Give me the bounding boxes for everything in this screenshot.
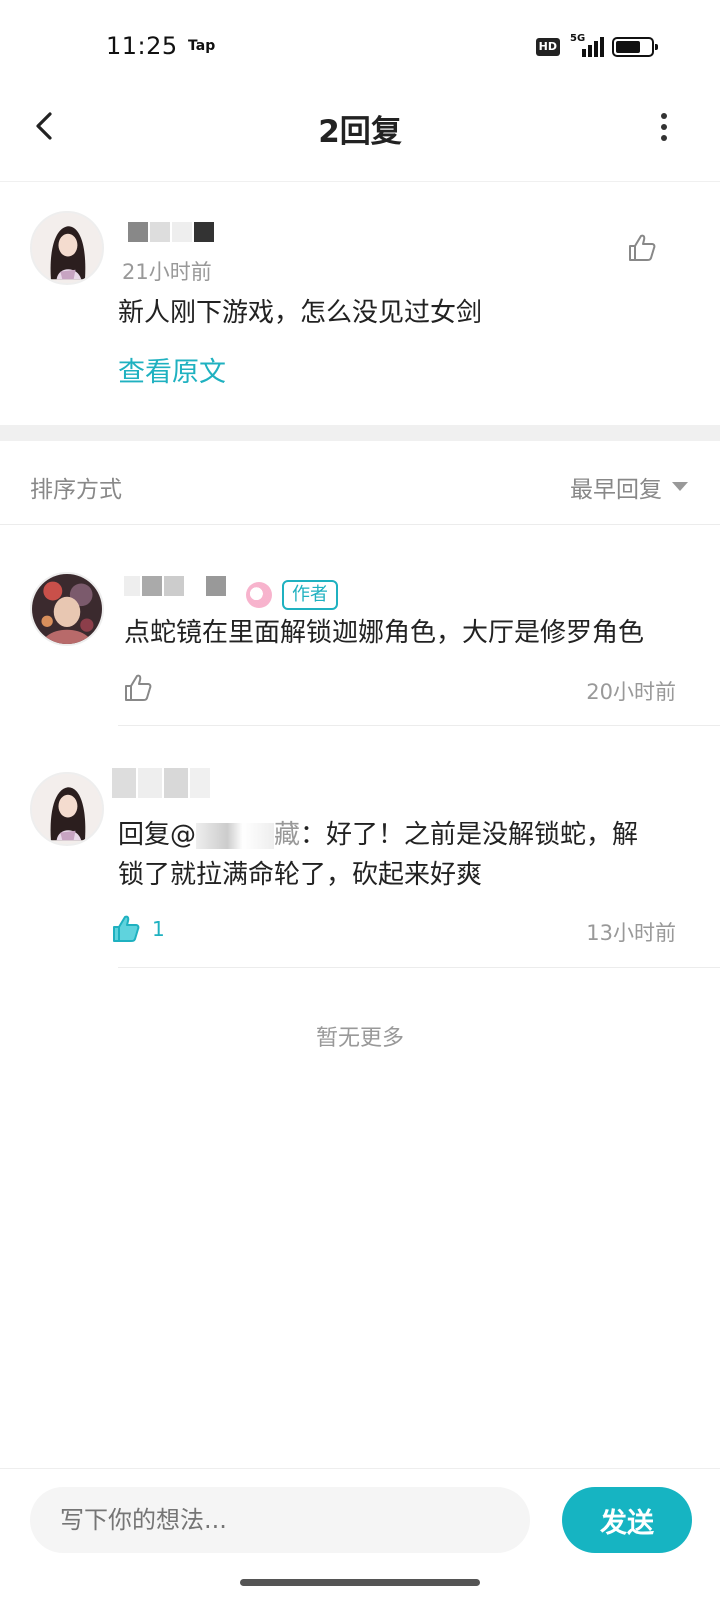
post-time: 21小时前	[122, 260, 212, 284]
status-icons: HD 5G	[535, 33, 658, 60]
avatar[interactable]	[30, 772, 104, 846]
section-divider	[0, 425, 720, 441]
top-app-bar: 2回复	[0, 92, 720, 182]
status-time: 11:25	[106, 32, 178, 60]
thumbs-up-icon[interactable]	[122, 672, 154, 704]
reply-time: 13小时前	[586, 921, 676, 945]
more-options-icon[interactable]	[658, 112, 670, 142]
like-count: 1	[152, 917, 165, 941]
reply-text: 点蛇镜在里面解锁迦娜角色，大厅是修罗角色	[124, 618, 645, 648]
divider	[0, 524, 720, 525]
reply-target-blurred[interactable]	[196, 822, 275, 849]
reply-text: 回复@ 藏：好了！之前是没解锁蛇，解 锁了就拉满命轮了，砍起来好爽	[118, 815, 688, 895]
reply-text-line2: 锁了就拉满命轮了，砍起来好爽	[118, 860, 483, 890]
send-button[interactable]: 发送	[562, 1487, 692, 1553]
battery-icon	[612, 37, 658, 57]
girl-portrait-avatar-image	[32, 774, 102, 844]
reply-target-suffix: 藏	[274, 820, 301, 850]
post-text: 新人刚下游戏，怎么没见过女剑	[118, 298, 483, 328]
page-title: 2回复	[318, 114, 402, 150]
girl-portrait-avatar-image	[32, 213, 102, 283]
no-more-label: 暂无更多	[315, 1026, 404, 1051]
username-blurred	[128, 222, 214, 242]
network-label: 5G	[570, 33, 586, 44]
divider	[118, 967, 720, 968]
signal-icon: 5G	[570, 33, 604, 59]
avatar[interactable]	[30, 572, 104, 646]
caret-down-icon[interactable]	[672, 482, 688, 491]
username-blurred	[124, 576, 226, 596]
character-art-avatar-image	[32, 574, 102, 644]
author-tag: 作者	[282, 580, 338, 610]
username-blurred	[112, 768, 210, 798]
thumbs-up-filled-icon[interactable]	[110, 913, 142, 945]
sort-label: 排序方式	[30, 477, 122, 503]
hd-icon: HD	[535, 38, 560, 56]
status-bar: 11:25 Tap HD 5G	[0, 0, 720, 92]
reply-text-line1: ：好了！之前是没解锁蛇，解	[300, 820, 639, 850]
home-indicator[interactable]	[240, 1579, 480, 1586]
thumbs-up-icon[interactable]	[626, 232, 658, 264]
reply-prefix: 回复@	[118, 820, 197, 850]
badge-icon	[246, 582, 272, 608]
comment-input[interactable]	[30, 1487, 530, 1553]
divider	[118, 725, 720, 726]
reply-time: 20小时前	[586, 680, 676, 704]
view-original-link[interactable]: 查看原文	[118, 350, 226, 389]
avatar[interactable]	[30, 211, 104, 285]
status-app-label: Tap	[188, 38, 216, 54]
sort-dropdown[interactable]: 最早回复	[570, 470, 662, 504]
